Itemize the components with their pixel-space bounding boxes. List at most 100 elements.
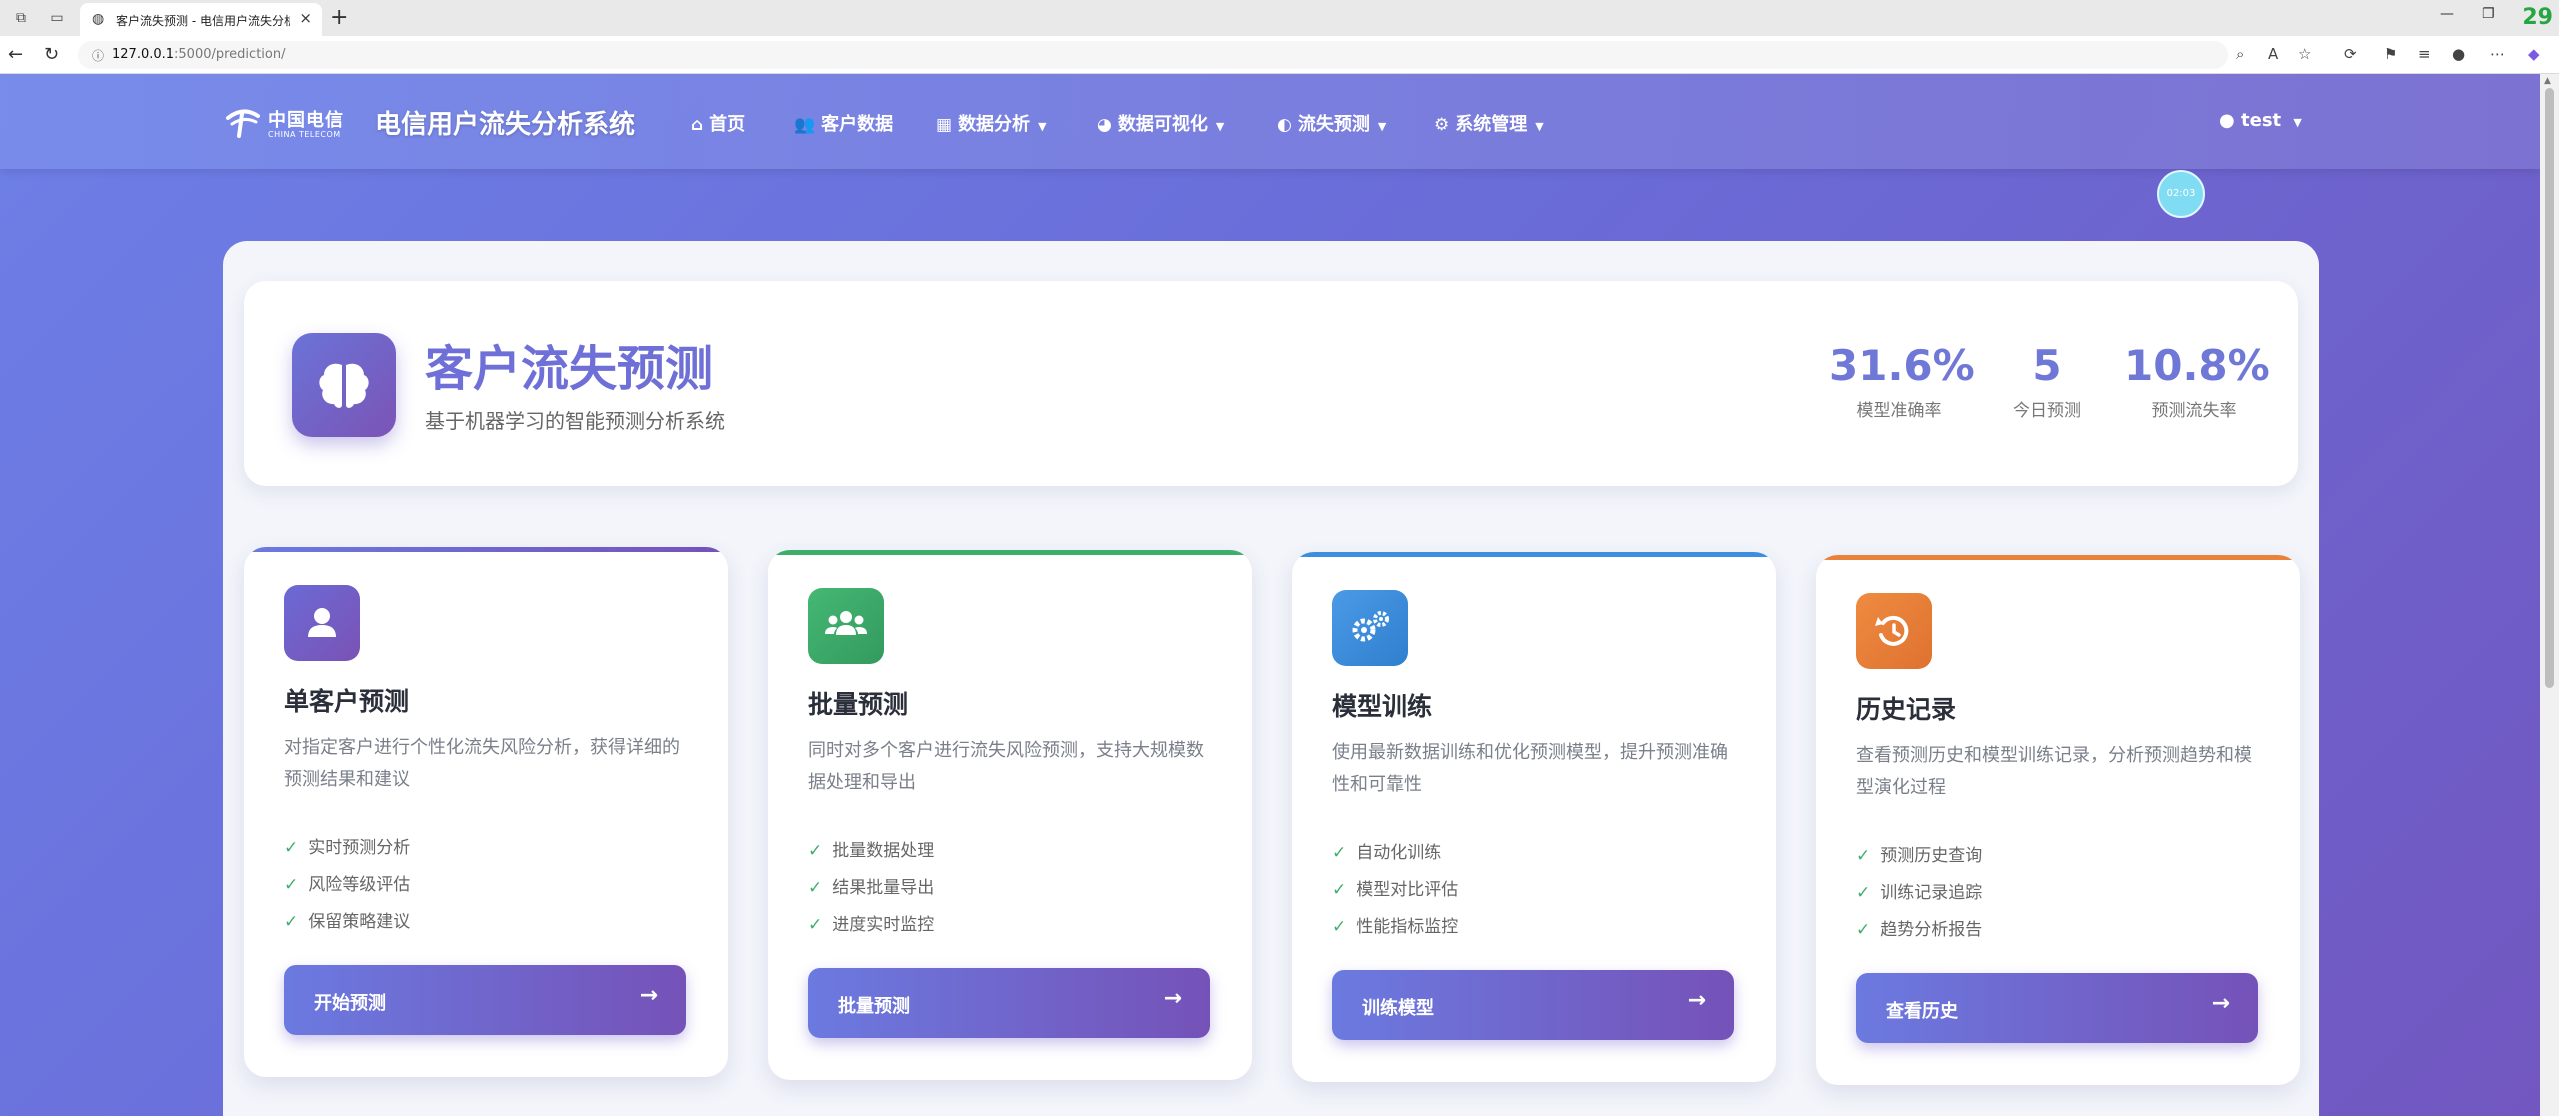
arrow-right-icon: → — [1163, 986, 1182, 1011]
card-title: 模型训练 — [1332, 692, 1433, 721]
stat-today-predictions: 5 今日预测 — [2002, 341, 2092, 421]
globe-icon: ◍ — [92, 11, 105, 27]
page: 中国电信 CHINA TELECOM 电信用户流失分析系统 ⌂ 首页 👥 客户数据 … — [0, 74, 2540, 1116]
hero-panel: 客户流失预测 基于机器学习的智能预测分析系统 31.6% 模型准确率 5 今日预… — [244, 281, 2298, 486]
profile-extension-icon[interactable]: ● — [2452, 45, 2465, 63]
feature-item: ✓ 训练记录追踪 — [1856, 883, 1983, 903]
page-scrollbar[interactable]: ▲ — [2540, 74, 2559, 1116]
more-icon[interactable]: ⋯ — [2490, 45, 2505, 63]
user-circle-icon: ● — [2219, 110, 2235, 131]
browser-tab-active[interactable]: ◍ 客户流失预测 - 电信用户流失分析 × — [80, 3, 322, 36]
card-title: 历史记录 — [1856, 695, 1957, 724]
check-icon: ✓ — [284, 912, 299, 932]
feature-item: ✓ 性能指标监控 — [1332, 917, 1459, 937]
nav-data-analysis[interactable]: ▦ 数据分析 ▼ — [936, 110, 1047, 136]
favorite-icon[interactable]: ☆ — [2298, 45, 2311, 63]
corner-badge: 29 — [2522, 5, 2553, 30]
feature-item: ✓ 趋势分析报告 — [1856, 920, 1983, 940]
nav-visualization[interactable]: ◕ 数据可视化 ▼ — [1097, 110, 1224, 136]
nav-system-admin[interactable]: ⚙ 系统管理 ▼ — [1434, 110, 1544, 136]
chart-icon: ▦ — [936, 115, 953, 135]
feature-item: ✓ 结果批量导出 — [808, 878, 935, 898]
feature-item: ✓ 批量数据处理 — [808, 841, 935, 861]
split-screen-icon[interactable]: ⚑ — [2384, 45, 2397, 63]
chevron-down-icon: ▼ — [1215, 120, 1225, 133]
check-icon: ✓ — [808, 915, 823, 935]
site-info-icon[interactable]: ⓘ — [92, 47, 104, 64]
train-model-button[interactable]: 训练模型 → — [1332, 970, 1734, 1040]
extensions-icon[interactable]: ⟳ — [2344, 45, 2357, 63]
stat-label: 模型准确率 — [1856, 401, 1942, 421]
china-telecom-logo-icon — [226, 109, 260, 138]
back-icon[interactable]: ← — [8, 44, 23, 65]
zoom-icon[interactable]: ⌕ — [2236, 45, 2244, 63]
copilot-icon[interactable]: ◆ — [2528, 45, 2540, 63]
nav-customer-data[interactable]: 👥 客户数据 — [794, 110, 893, 136]
check-icon: ✓ — [1332, 880, 1347, 900]
restore-icon[interactable]: ❐ — [2482, 6, 2495, 22]
tab-title: 客户流失预测 - 电信用户流失分析 — [116, 14, 290, 28]
gear-icon: ⚙ — [1434, 115, 1450, 135]
arrow-right-icon: → — [2211, 991, 2230, 1016]
feature-item: ✓ 风险等级评估 — [284, 875, 411, 895]
timer-badge: 02:03 — [2157, 170, 2205, 218]
feature-item: ✓ 实时预测分析 — [284, 838, 411, 858]
card-model-training: 模型训练 使用最新数据训练和优化预测模型，提升预测准确性和可靠性 ✓ 自动化训练 … — [1292, 552, 1776, 1082]
logo-text-en: CHINA TELECOM — [268, 130, 341, 139]
home-icon: ⌂ — [691, 115, 704, 135]
feature-item: ✓ 模型对比评估 — [1332, 880, 1459, 900]
feature-item: ✓ 进度实时监控 — [808, 915, 935, 935]
start-prediction-button[interactable]: 开始预测 → — [284, 965, 686, 1035]
check-icon: ✓ — [1332, 843, 1347, 863]
arrow-right-icon: → — [639, 983, 658, 1008]
check-icon: ✓ — [1856, 883, 1871, 903]
chevron-down-icon: ▼ — [1535, 120, 1544, 133]
feature-item: ✓ 保留策略建议 — [284, 912, 411, 932]
stat-label: 今日预测 — [2013, 401, 2081, 421]
tab-actions-icon[interactable]: ▭ — [48, 9, 66, 27]
brain-icon: ◐ — [1277, 115, 1292, 135]
users-icon: 👥 — [794, 115, 816, 135]
check-icon: ✓ — [284, 875, 299, 895]
check-icon: ✓ — [1856, 920, 1871, 940]
chevron-down-icon: ▼ — [1038, 120, 1047, 133]
card-description: 查看预测历史和模型训练记录，分析预测趋势和模型演化过程 — [1856, 745, 2252, 798]
card-history: 历史记录 查看预测历史和模型训练记录，分析预测趋势和模型演化过程 ✓ 预测历史查询… — [1816, 555, 2300, 1085]
batch-prediction-button[interactable]: 批量预测 → — [808, 968, 1210, 1038]
card-accent-bar — [244, 547, 728, 552]
nav-churn-prediction[interactable]: ◐ 流失预测 ▼ — [1277, 110, 1386, 136]
scroll-up-icon[interactable]: ▲ — [2544, 76, 2551, 86]
card-accent-bar — [1292, 552, 1776, 557]
check-icon: ✓ — [1856, 846, 1871, 866]
card-description: 同时对多个客户进行流失风险预测，支持大规模数据处理和导出 — [808, 740, 1204, 793]
minimize-icon[interactable]: — — [2440, 6, 2454, 22]
stat-churn-rate: 10.8% 预测流失率 — [2124, 341, 2270, 421]
address-bar: ← ↻ ⓘ 127.0.0.1:5000/prediction/ ⌕ A ☆ ⟳… — [0, 36, 2559, 74]
card-description: 对指定客户进行个性化流失风险分析，获得详细的预测结果和建议 — [284, 737, 680, 790]
logo-text: 中国电信 — [268, 110, 344, 131]
url-text: 127.0.0.1:5000/prediction/ — [112, 47, 286, 62]
card-accent-bar — [1816, 555, 2300, 560]
tab-close-icon[interactable]: × — [299, 9, 312, 27]
new-tab-icon[interactable]: + — [330, 5, 348, 30]
nav-home[interactable]: ⌂ 首页 — [691, 110, 745, 136]
history-icon — [1856, 593, 1932, 669]
card-accent-bar — [768, 550, 1252, 555]
check-icon: ✓ — [284, 838, 299, 858]
user-menu[interactable]: ● test ▼ — [2219, 110, 2302, 131]
stat-value: 31.6% — [1829, 341, 1975, 390]
stat-accuracy: 31.6% 模型准确率 — [1829, 341, 1975, 421]
workspaces-icon[interactable]: ⧉ — [12, 9, 30, 27]
arrow-right-icon: → — [1687, 988, 1706, 1013]
url-input[interactable]: ⓘ 127.0.0.1:5000/prediction/ — [78, 41, 2228, 69]
favorites-bar-icon[interactable]: ≡ — [2418, 45, 2431, 63]
brand-title[interactable]: 电信用户流失分析系统 — [375, 104, 635, 141]
scrollbar-thumb[interactable] — [2545, 88, 2554, 688]
read-aloud-icon[interactable]: A — [2268, 45, 2278, 63]
refresh-icon[interactable]: ↻ — [44, 44, 59, 65]
page-subtitle: 基于机器学习的智能预测分析系统 — [425, 409, 725, 433]
view-history-button[interactable]: 查看历史 → — [1856, 973, 2258, 1043]
browser-tab-bar: ⧉ ▭ ◍ 客户流失预测 - 电信用户流失分析 × + — ❐ 29 — [0, 0, 2559, 36]
pie-icon: ◕ — [1097, 115, 1112, 135]
stat-value: 5 — [2032, 341, 2062, 390]
